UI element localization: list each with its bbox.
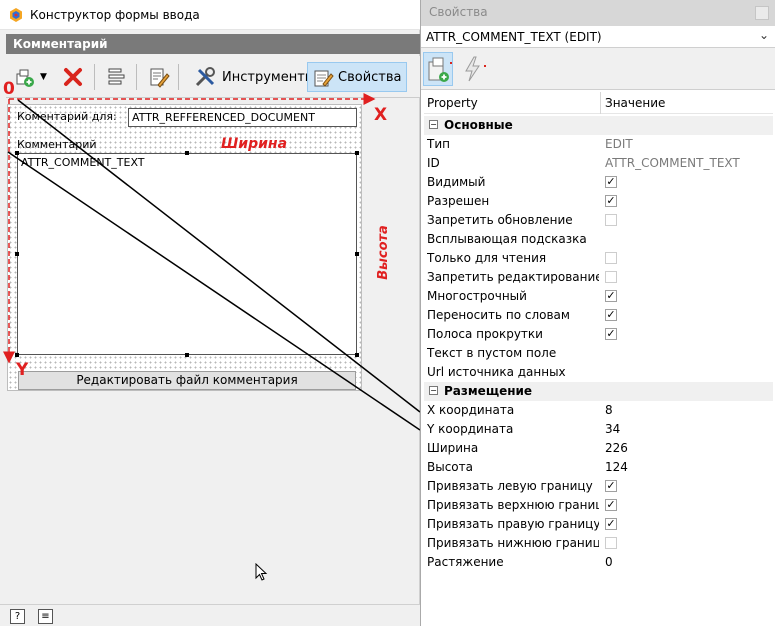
property-row[interactable]: Полоса прокрутки ✓ <box>424 325 773 344</box>
grid-header-row: Property Значение <box>424 92 773 114</box>
tab-properties[interactable] <box>423 52 453 86</box>
property-name: Запретить обновление <box>427 213 573 227</box>
property-name: Ширина <box>427 441 479 455</box>
property-row[interactable]: Привязать верхнюю границу ✓ <box>424 496 773 515</box>
collapse-icon[interactable]: − <box>429 386 438 395</box>
property-row[interactable]: X координата 8 <box>424 401 773 420</box>
property-name: Привязать правую границу <box>427 517 599 531</box>
property-row[interactable]: Тип EDIT <box>424 135 773 154</box>
column-header-property[interactable]: Property <box>427 96 599 110</box>
property-row[interactable]: Разрешен ✓ <box>424 192 773 211</box>
close-icon[interactable] <box>755 6 769 20</box>
property-checkbox[interactable] <box>605 271 617 283</box>
lightning-icon <box>465 56 486 82</box>
property-row[interactable]: Привязать нижнюю границу <box>424 534 773 553</box>
property-row[interactable]: Видимый ✓ <box>424 173 773 192</box>
property-grid-empty-area <box>424 575 773 626</box>
property-row[interactable]: Всплывающая подсказка <box>424 230 773 249</box>
property-row[interactable]: Многострочный ✓ <box>424 287 773 306</box>
property-row[interactable]: Url источника данных <box>424 363 773 382</box>
property-name: Y координата <box>427 422 514 436</box>
tab-events[interactable] <box>459 52 489 86</box>
property-checkbox[interactable]: ✓ <box>605 290 617 302</box>
property-row[interactable]: ID ATTR_COMMENT_TEXT <box>424 154 773 173</box>
section-row[interactable]: − Основные <box>424 116 773 135</box>
property-checkbox[interactable] <box>605 214 617 226</box>
property-checkbox[interactable]: ✓ <box>605 499 617 511</box>
property-checkbox[interactable]: ✓ <box>605 518 617 530</box>
property-name: Высота <box>427 460 473 474</box>
properties-title: Свойства <box>421 0 775 26</box>
property-checkbox[interactable] <box>605 252 617 264</box>
property-name: Тип <box>427 137 450 151</box>
designer-statusbar: ? ≡ <box>0 604 420 626</box>
properties-window: Свойства ATTR_COMMENT_TEXT (EDIT) ⌄ Prop… <box>420 0 775 626</box>
property-name: Многострочный <box>427 289 527 303</box>
property-name: X координата <box>427 403 515 417</box>
section-row[interactable]: − Размещение <box>424 382 773 401</box>
property-name: Всплывающая подсказка <box>427 232 587 246</box>
column-separator[interactable] <box>600 92 601 114</box>
help-icon[interactable]: ? <box>10 609 25 624</box>
property-value[interactable]: 34 <box>605 422 620 436</box>
property-row[interactable]: Привязать правую границу ✓ <box>424 515 773 534</box>
property-checkbox[interactable] <box>605 537 617 549</box>
properties-tab-icon <box>428 57 452 82</box>
section-title: Основные <box>444 118 513 132</box>
property-name: ID <box>427 156 440 170</box>
property-row[interactable]: Запретить обновление <box>424 211 773 230</box>
property-name: Привязать верхнюю границу <box>427 498 599 512</box>
property-row[interactable]: Запретить редактирование п... <box>424 268 773 287</box>
properties-tabs <box>421 48 775 90</box>
property-checkbox[interactable]: ✓ <box>605 195 617 207</box>
designer-window: Конструктор формы ввода Комментарий ▼ Ин… <box>0 0 420 626</box>
property-name: Привязать нижнюю границу <box>427 536 599 550</box>
property-name: Полоса прокрутки <box>427 327 543 341</box>
property-value[interactable]: ATTR_COMMENT_TEXT <box>605 156 740 170</box>
property-name: Текст в пустом поле <box>427 346 557 360</box>
property-name: Видимый <box>427 175 486 189</box>
mouse-cursor-icon <box>255 563 268 581</box>
document-icon[interactable]: ≡ <box>38 609 53 624</box>
property-row[interactable]: Y координата 34 <box>424 420 773 439</box>
property-checkbox[interactable]: ✓ <box>605 328 617 340</box>
collapse-icon[interactable]: − <box>429 120 438 129</box>
annotation-arrows <box>3 93 420 431</box>
property-row[interactable]: Растяжение 0 <box>424 553 773 572</box>
property-name: Разрешен <box>427 194 490 208</box>
property-checkbox[interactable]: ✓ <box>605 176 617 188</box>
property-value[interactable]: EDIT <box>605 137 633 151</box>
property-row[interactable]: Только для чтения <box>424 249 773 268</box>
property-row[interactable]: Переносить по словам ✓ <box>424 306 773 325</box>
section-title: Размещение <box>444 384 533 398</box>
property-row[interactable]: Привязать левую границу ✓ <box>424 477 773 496</box>
property-name: Переносить по словам <box>427 308 570 322</box>
column-header-value[interactable]: Значение <box>605 96 665 110</box>
object-selector[interactable]: ATTR_COMMENT_TEXT (EDIT) <box>421 26 775 48</box>
property-row[interactable]: Текст в пустом поле <box>424 344 773 363</box>
property-name: Запретить редактирование п... <box>427 270 599 284</box>
property-value[interactable]: 124 <box>605 460 628 474</box>
property-checkbox[interactable]: ✓ <box>605 480 617 492</box>
property-checkbox[interactable]: ✓ <box>605 309 617 321</box>
property-value[interactable]: 226 <box>605 441 628 455</box>
property-name: Только для чтения <box>427 251 547 265</box>
chevron-down-icon[interactable]: ⌄ <box>759 28 769 42</box>
property-value[interactable]: 8 <box>605 403 613 417</box>
property-row[interactable]: Ширина 226 <box>424 439 773 458</box>
property-row[interactable]: Высота 124 <box>424 458 773 477</box>
property-value[interactable]: 0 <box>605 555 613 569</box>
property-name: Url источника данных <box>427 365 566 379</box>
property-name: Растяжение <box>427 555 504 569</box>
property-name: Привязать левую границу <box>427 479 593 493</box>
